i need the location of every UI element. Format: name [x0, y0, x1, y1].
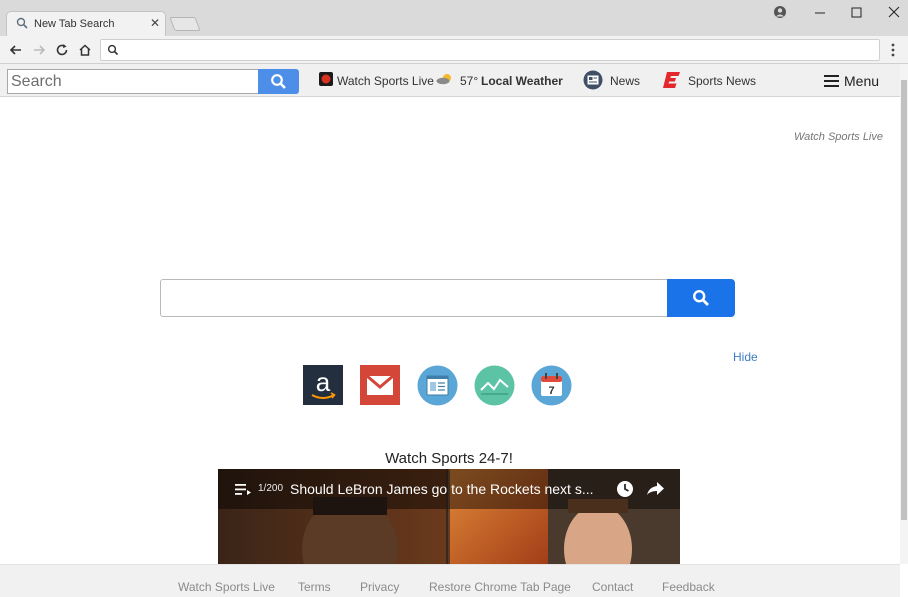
news-link[interactable]: News [610, 74, 640, 88]
video-heading: Watch Sports 24-7! [385, 450, 513, 467]
local-weather-link[interactable]: Local Weather [481, 74, 563, 88]
footer-link-feedback[interactable]: Feedback [662, 580, 715, 594]
back-arrow-icon[interactable] [8, 42, 24, 58]
browser-toolbar [0, 36, 908, 64]
search-icon [271, 74, 286, 89]
footer-link-contact[interactable]: Contact [592, 580, 633, 594]
gmail-tile[interactable] [360, 365, 400, 405]
main-search-input[interactable] [160, 279, 669, 317]
video-player[interactable]: 1/200 Should LeBron James go to the Rock… [218, 469, 680, 564]
browser-tab[interactable]: New Tab Search ✕ [6, 11, 166, 36]
gmail-icon [366, 374, 394, 395]
footer-link-watch-sports-live[interactable]: Watch Sports Live [178, 580, 275, 594]
stocks-tile[interactable] [474, 365, 515, 406]
toolbar-search-input[interactable]: Search [7, 69, 259, 94]
forward-arrow-icon[interactable] [31, 42, 47, 58]
hide-link[interactable]: Hide [733, 350, 758, 364]
amazon-tile[interactable]: a [303, 365, 343, 405]
title-bar: New Tab Search ✕ [0, 0, 908, 36]
tab-title: New Tab Search [34, 18, 115, 30]
scroll-thumb[interactable] [901, 80, 907, 520]
menu-button[interactable]: Menu [844, 73, 879, 89]
news-tile[interactable] [417, 365, 458, 406]
footer-link-restore-chrome-tab[interactable]: Restore Chrome Tab Page [429, 580, 571, 594]
share-icon[interactable] [647, 482, 665, 496]
tab-close-icon[interactable]: ✕ [150, 16, 160, 30]
espn-icon [663, 72, 680, 88]
news-icon [583, 70, 603, 90]
search-icon [692, 289, 709, 306]
page-scrollbar[interactable] [900, 64, 908, 564]
hamburger-menu-icon[interactable] [824, 75, 839, 87]
amazon-letter: a [316, 367, 331, 397]
new-tab-button[interactable] [169, 17, 201, 31]
reload-icon[interactable] [54, 42, 70, 58]
calendar-day: 7 [548, 385, 554, 397]
watch-sports-live-link[interactable]: Watch Sports Live [337, 74, 434, 88]
toolbar-search-button[interactable] [258, 69, 299, 94]
maximize-icon[interactable] [848, 4, 864, 20]
sports-tv-icon [319, 72, 333, 86]
calendar-icon: 7 [531, 365, 572, 406]
stocks-icon [474, 365, 515, 406]
footer-link-privacy[interactable]: Privacy [360, 580, 399, 594]
home-icon[interactable] [77, 42, 93, 58]
main-search-button[interactable] [667, 279, 735, 317]
weather-icon [436, 74, 451, 85]
search-icon [16, 17, 28, 29]
footer-link-terms[interactable]: Terms [298, 580, 331, 594]
brand-text: Watch Sports Live [793, 131, 883, 143]
video-caption[interactable]: Should LeBron James go to the Rockets ne… [290, 481, 594, 497]
extension-toolbar: Search Watch Sports Live 57° Local Weath… [0, 64, 900, 97]
amazon-icon: a [311, 367, 336, 399]
playlist-icon[interactable] [235, 483, 251, 496]
watch-later-icon[interactable] [616, 480, 634, 498]
account-icon[interactable] [772, 4, 788, 20]
sports-news-link[interactable]: Sports News [688, 74, 756, 88]
news-icon [417, 365, 458, 406]
address-bar[interactable] [100, 39, 880, 61]
minimize-icon[interactable] [812, 4, 828, 20]
weather-temperature[interactable]: 57° [460, 74, 478, 88]
calendar-tile[interactable]: 7 [531, 365, 572, 406]
footer: Watch Sports Live Terms Privacy Restore … [0, 564, 900, 597]
search-icon [107, 44, 119, 56]
kebab-menu-icon[interactable] [890, 42, 896, 58]
close-icon[interactable] [886, 4, 902, 20]
video-counter: 1/200 [258, 483, 284, 494]
